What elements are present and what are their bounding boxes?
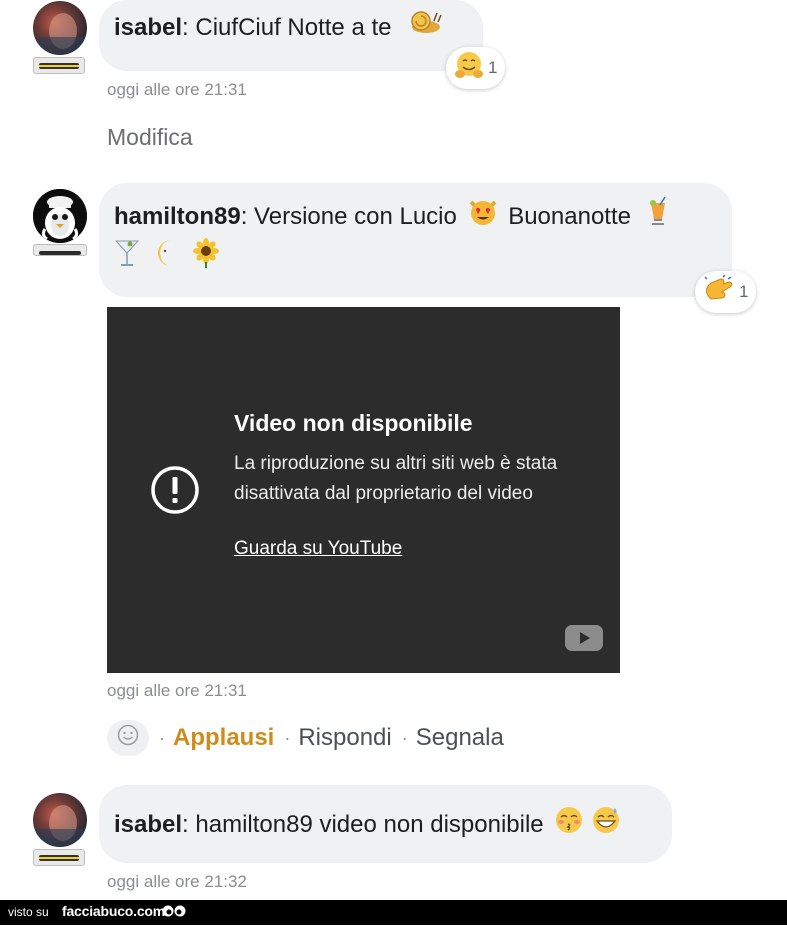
comment-bubble: isabel: CiufCiuf Notte a te — [99, 0, 483, 71]
comment-timestamp: oggi alle ore 21:31 — [107, 80, 247, 99]
reaction-count: 1 — [739, 282, 749, 301]
cocktail-glass-icon — [114, 238, 140, 279]
avatar-hamilton89[interactable] — [33, 189, 87, 243]
comment-text: CiufCiuf Notte a te — [195, 13, 392, 41]
user-rank-badge — [33, 57, 85, 74]
reply-button[interactable]: Rispondi — [298, 724, 391, 752]
comment-timestamp: oggi alle ore 21:32 — [107, 872, 247, 891]
smiley-icon — [117, 724, 139, 753]
comment-author[interactable]: hamilton89 — [114, 203, 241, 230]
clapping-hands-icon — [703, 273, 735, 310]
comment-text: Versione con Lucio — [254, 202, 457, 230]
avatar-isabel[interactable] — [33, 793, 87, 847]
add-reaction-button[interactable] — [107, 720, 149, 756]
sunflower-icon — [191, 238, 221, 279]
user-rank-badge — [33, 244, 87, 256]
warning-icon — [150, 465, 200, 520]
comment-bubble: isabel: hamilton89 video non disponibile — [99, 785, 672, 863]
applausi-button[interactable]: Applausi — [173, 724, 274, 752]
grinning-sweat-icon — [591, 805, 621, 846]
snail-emoji-icon — [404, 9, 442, 48]
tropical-drink-icon — [646, 196, 670, 238]
user-rank-badge — [33, 849, 85, 866]
video-embed[interactable]: Video non disponibile La riproduzione su… — [107, 307, 620, 673]
kissing-face-icon — [554, 805, 584, 846]
comment-text: hamilton89 video non disponibile — [195, 810, 544, 838]
brand-eyes-icon — [162, 903, 186, 926]
avatar-isabel[interactable] — [33, 1, 87, 55]
report-button[interactable]: Segnala — [416, 724, 504, 752]
footer-visto-label: visto su — [8, 905, 49, 919]
hugging-face-icon — [454, 51, 484, 86]
comment-author[interactable]: isabel — [114, 811, 182, 838]
reaction-count: 1 — [488, 58, 498, 77]
action-separator: · — [401, 727, 408, 748]
video-unavailable-title: Video non disponibile — [234, 410, 473, 436]
footer-bar: visto su facciabuco.com — [0, 900, 787, 925]
heart-eyes-cat-icon — [468, 198, 498, 237]
comment-timestamp: oggi alle ore 21:31 — [107, 681, 247, 700]
watch-on-youtube-link[interactable]: Guarda su YouTube — [234, 538, 402, 560]
comment-actions: · Applausi · Rispondi · Segnala — [107, 720, 504, 756]
comment-text-continuation: Buonanotte — [508, 202, 631, 230]
action-separator: · — [284, 727, 291, 748]
footer-brand-link[interactable]: facciabuco.com — [62, 903, 165, 919]
video-unavailable-message: La riproduzione su altri siti web è stat… — [234, 453, 558, 504]
youtube-play-icon[interactable] — [565, 625, 603, 656]
reaction-badge[interactable]: 1 — [695, 271, 757, 313]
comment-bubble: hamilton89: Versione con Lucio Buonanott… — [99, 183, 732, 297]
edit-link[interactable]: Modifica — [107, 124, 193, 151]
action-separator: · — [159, 727, 165, 748]
crescent-moon-icon — [155, 238, 177, 279]
comment-author[interactable]: isabel — [114, 14, 182, 41]
reaction-badge[interactable]: 1 — [446, 47, 506, 89]
